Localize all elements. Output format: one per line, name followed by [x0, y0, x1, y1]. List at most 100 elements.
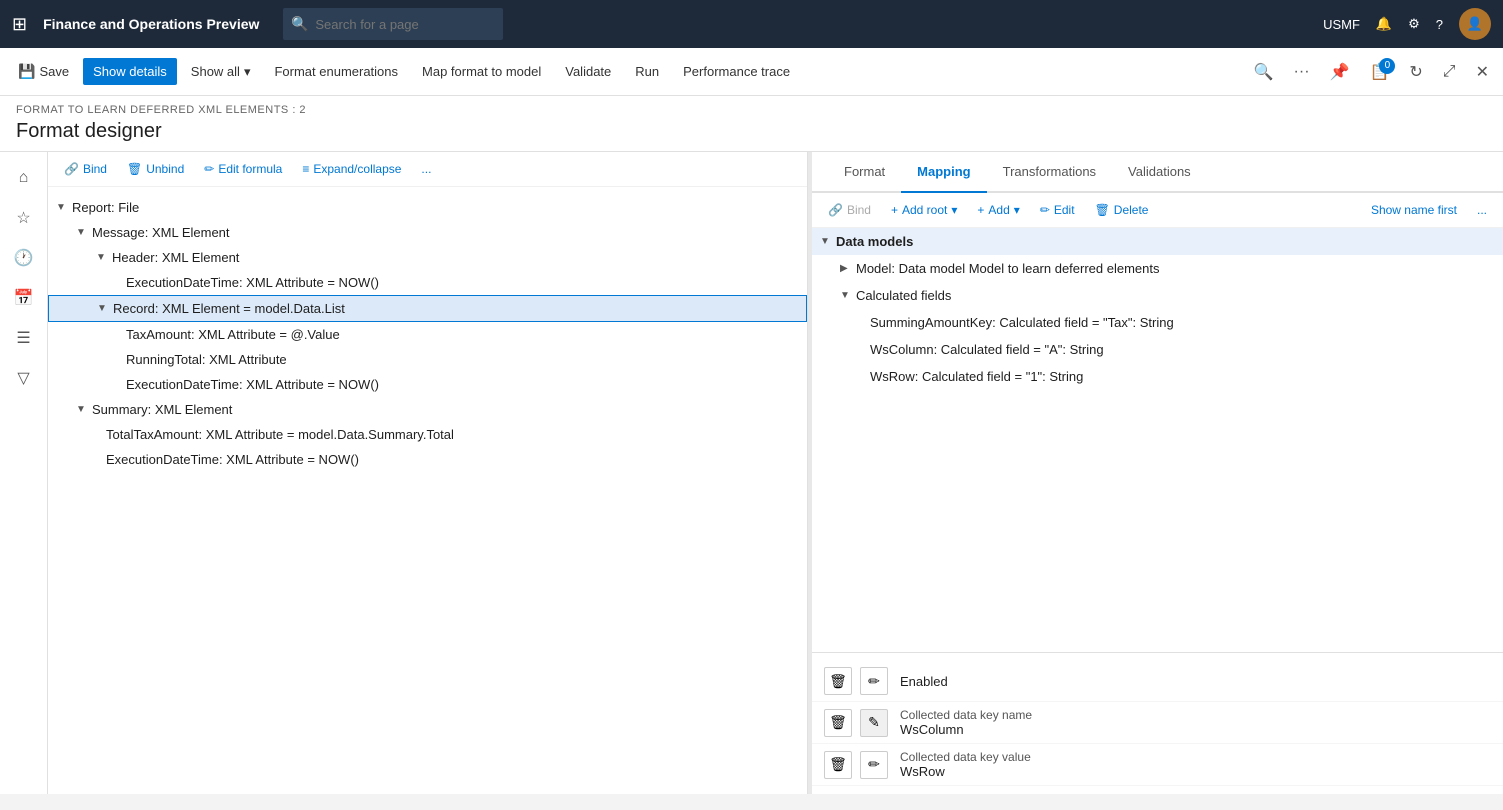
map-item-summing-amount-key[interactable]: SummingAmountKey: Calculated field = "Ta… — [812, 309, 1503, 336]
status-edit-button[interactable]: ✏ — [860, 667, 888, 695]
key-name-delete-button[interactable]: 🗑 — [824, 709, 852, 737]
pin-button[interactable]: 📌 — [1324, 58, 1356, 86]
add-root-chevron-icon: ▾ — [951, 203, 957, 217]
tree-item[interactable]: Header: XML Element — [48, 245, 807, 270]
format-enumerations-button[interactable]: Format enumerations — [264, 58, 408, 85]
map-item-ws-column[interactable]: WsColumn: Calculated field = "A": String — [812, 336, 1503, 363]
search-icon: 🔍 — [291, 16, 308, 33]
tree-item[interactable]: ExecutionDateTime: XML Attribute = NOW() — [48, 372, 807, 397]
expand-collapse-icon: ≡ — [302, 162, 309, 176]
unbind-button[interactable]: 🗑 Unbind — [119, 158, 192, 180]
help-icon[interactable]: ? — [1436, 17, 1443, 32]
chevron-down-icon — [96, 252, 106, 263]
delete-icon: 🗑 — [1095, 203, 1110, 217]
refresh-button[interactable]: ↻ — [1403, 58, 1428, 86]
performance-trace-button[interactable]: Performance trace — [673, 58, 800, 85]
edit-formula-button[interactable]: ✏ Edit formula — [196, 158, 290, 180]
app-grid-icon[interactable]: ⊞ — [12, 14, 27, 35]
tab-transformations[interactable]: Transformations — [987, 152, 1112, 193]
tree-item[interactable]: Message: XML Element — [48, 220, 807, 245]
chevron-down-icon — [76, 404, 86, 415]
left-panel: 🔗 Bind 🗑 Unbind ✏ Edit formula ≡ Expand/… — [48, 152, 808, 794]
show-all-chevron-icon: ▾ — [244, 64, 251, 80]
map-format-to-model-button[interactable]: Map format to model — [412, 58, 551, 85]
tree-item[interactable]: TaxAmount: XML Attribute = @.Value — [48, 322, 807, 347]
key-name-value: WsColumn — [900, 722, 1032, 737]
list-icon[interactable]: ☰ — [6, 320, 42, 356]
show-name-first-button[interactable]: Show name first — [1363, 199, 1465, 221]
key-value-label: Collected data key value — [900, 750, 1031, 764]
tree-item[interactable]: RunningTotal: XML Attribute — [48, 347, 807, 372]
search-cmd-button[interactable]: 🔍 — [1248, 58, 1280, 86]
home-icon[interactable]: ⌂ — [6, 160, 42, 196]
avatar[interactable]: 👤 — [1459, 8, 1491, 40]
left-toolbar: 🔗 Bind 🗑 Unbind ✏ Edit formula ≡ Expand/… — [48, 152, 807, 187]
add-root-button[interactable]: + Add root ▾ — [883, 199, 965, 221]
show-details-button[interactable]: Show details — [83, 58, 177, 85]
map-item-model[interactable]: Model: Data model Model to learn deferre… — [812, 255, 1503, 282]
mapping-tree: Data models Model: Data model Model to l… — [812, 228, 1503, 652]
tree-item[interactable]: ExecutionDateTime: XML Attribute = NOW() — [48, 447, 807, 472]
collected-key-value-row: 🗑 ✏ Collected data key value WsRow — [812, 744, 1503, 786]
tree-item[interactable]: TotalTaxAmount: XML Attribute = model.Da… — [48, 422, 807, 447]
cmd-right: 🔍 ··· 📌 📋 0 ↻ ⤢ ✕ — [1248, 58, 1495, 86]
chevron-down-icon — [820, 236, 830, 247]
expand-collapse-button[interactable]: ≡ Expand/collapse — [294, 158, 409, 180]
tree-item-selected[interactable]: Record: XML Element = model.Data.List — [48, 295, 807, 322]
tab-format[interactable]: Format — [828, 152, 901, 193]
validate-button[interactable]: Validate — [555, 58, 621, 85]
edit-button[interactable]: ✏ Edit — [1032, 199, 1083, 221]
tree-item[interactable]: Summary: XML Element — [48, 397, 807, 422]
run-button[interactable]: Run — [625, 58, 669, 85]
collected-key-name-row: 🗑 ✎ Collected data key name WsColumn — [812, 702, 1503, 744]
status-delete-button[interactable]: 🗑 — [824, 667, 852, 695]
tree-item[interactable]: ExecutionDateTime: XML Attribute = NOW() — [48, 270, 807, 295]
save-button[interactable]: 💾 Save — [8, 57, 79, 86]
key-name-group: Collected data key name WsColumn — [896, 708, 1032, 737]
top-nav-right: USMF 🔔 ⚙ ? 👤 — [1323, 8, 1491, 40]
map-tool-right: Show name first ... — [1363, 199, 1495, 221]
notification-icon[interactable]: 🔔 — [1376, 16, 1392, 32]
chevron-right-icon — [840, 263, 850, 274]
unbind-icon: 🗑 — [127, 162, 142, 176]
mapping-toolbar: 🔗 Bind + Add root ▾ + Add ▾ ✏ Edit — [812, 193, 1503, 228]
map-more-button[interactable]: ... — [1469, 199, 1495, 221]
map-bind-icon: 🔗 — [828, 203, 843, 217]
page-title: Format designer — [16, 116, 1487, 151]
star-icon[interactable]: ☆ — [6, 200, 42, 236]
map-item-calculated-fields[interactable]: Calculated fields — [812, 282, 1503, 309]
bind-button[interactable]: 🔗 Bind — [56, 158, 115, 180]
calendar-icon[interactable]: 📅 — [6, 280, 42, 316]
badge-button[interactable]: 📋 0 — [1363, 58, 1395, 86]
search-input[interactable] — [283, 8, 503, 40]
map-item-ws-row[interactable]: WsRow: Calculated field = "1": String — [812, 363, 1503, 390]
breadcrumb: FORMAT TO LEARN DEFERRED XML ELEMENTS : … — [16, 104, 1487, 116]
delete-button[interactable]: 🗑 Delete — [1087, 199, 1157, 221]
add-icon: + — [977, 203, 984, 217]
tree-item[interactable]: Report: File — [48, 195, 807, 220]
tab-validations[interactable]: Validations — [1112, 152, 1207, 193]
command-bar: 💾 Save Show details Show all ▾ Format en… — [0, 48, 1503, 96]
map-item-data-models[interactable]: Data models — [812, 228, 1503, 255]
left-more-button[interactable]: ... — [413, 158, 439, 180]
bottom-properties: 🗑 ✏ Enabled 🗑 ✎ Collected data key name … — [812, 652, 1503, 794]
close-button[interactable]: ✕ — [1470, 58, 1495, 86]
edit-formula-icon: ✏ — [204, 162, 214, 176]
key-value-edit-button[interactable]: ✏ — [860, 751, 888, 779]
more-options-button[interactable]: ··· — [1288, 59, 1316, 85]
filter-icon[interactable]: ▽ — [6, 360, 42, 396]
search-wrap: 🔍 — [283, 8, 843, 40]
show-all-button[interactable]: Show all ▾ — [181, 58, 261, 86]
content-area: 🔗 Bind 🗑 Unbind ✏ Edit formula ≡ Expand/… — [48, 152, 1503, 794]
settings-icon[interactable]: ⚙ — [1408, 16, 1420, 32]
expand-button[interactable]: ⤢ — [1437, 59, 1462, 85]
key-name-edit-button[interactable]: ✎ — [860, 709, 888, 737]
icon-sidebar: ⌂ ☆ 🕐 📅 ☰ ▽ — [0, 152, 48, 794]
tab-mapping[interactable]: Mapping — [901, 152, 986, 193]
right-panel: Format Mapping Transformations Validatio… — [812, 152, 1503, 794]
recent-icon[interactable]: 🕐 — [6, 240, 42, 276]
key-value-delete-button[interactable]: 🗑 — [824, 751, 852, 779]
add-button[interactable]: + Add ▾ — [969, 199, 1027, 221]
map-bind-button[interactable]: 🔗 Bind — [820, 199, 879, 221]
top-navigation: ⊞ Finance and Operations Preview 🔍 USMF … — [0, 0, 1503, 48]
